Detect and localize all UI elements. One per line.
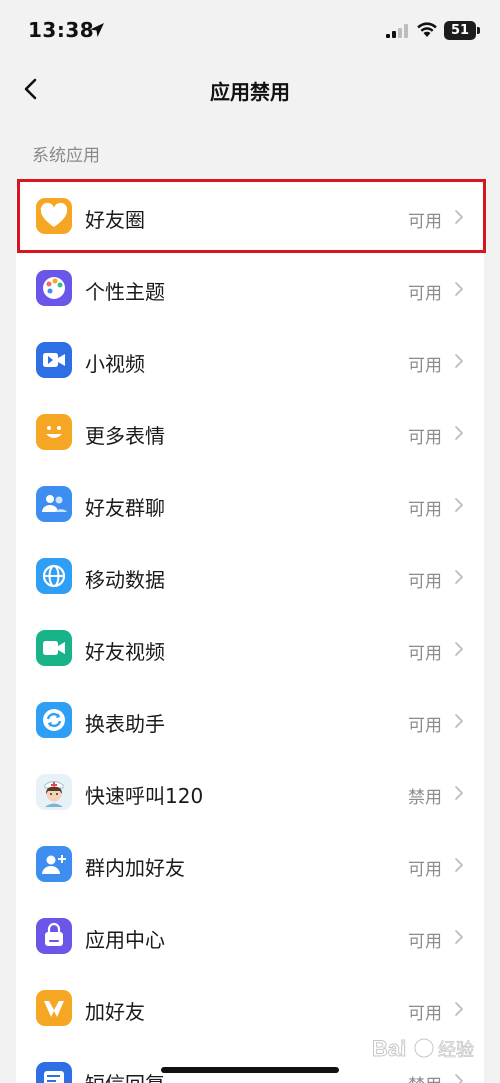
app-name: 好友群聊	[85, 496, 165, 520]
chevron-right-icon	[455, 642, 463, 656]
app-name: 加好友	[85, 1000, 145, 1024]
app-name: 群内加好友	[85, 856, 185, 880]
app-name: 移动数据	[85, 568, 165, 592]
app-status: 可用	[408, 356, 442, 376]
home-indicator[interactable]	[161, 1067, 339, 1073]
app-name: 好友视频	[85, 640, 165, 664]
chevron-right-icon	[455, 1002, 463, 1016]
page-title: 应用禁用	[210, 80, 290, 104]
app-row[interactable]: 个性主题 可用	[16, 252, 484, 324]
app-status: 可用	[408, 932, 442, 952]
battery-tip	[477, 27, 480, 34]
app-status: 可用	[408, 644, 442, 664]
section-header: 系统应用	[32, 146, 100, 166]
cellular-signal-icon	[386, 24, 408, 38]
svg-text:Bai: Bai	[372, 1036, 406, 1061]
smiley-icon	[36, 414, 72, 450]
battery-indicator: 51	[444, 21, 476, 40]
app-status: 可用	[408, 284, 442, 304]
app-row[interactable]: 移动数据 可用	[16, 540, 484, 612]
app-status: 禁用	[408, 788, 442, 808]
chevron-right-icon	[455, 354, 463, 368]
app-row[interactable]: 好友群聊 可用	[16, 468, 484, 540]
app-name: 更多表情	[85, 424, 165, 448]
svg-text:经验: 经验	[438, 1040, 474, 1061]
handshake-icon	[36, 990, 72, 1026]
palette-icon	[36, 270, 72, 306]
chevron-right-icon	[455, 786, 463, 800]
chevron-right-icon	[455, 426, 463, 440]
chevron-right-icon	[455, 498, 463, 512]
app-name: 快速呼叫120	[85, 784, 204, 808]
app-status: 可用	[408, 212, 442, 232]
chevron-right-icon	[455, 858, 463, 872]
chevron-right-icon	[455, 570, 463, 584]
shopping-bag-icon	[36, 918, 72, 954]
sync-icon	[36, 702, 72, 738]
wifi-icon	[417, 22, 437, 37]
app-status: 可用	[408, 572, 442, 592]
chevron-right-icon	[455, 210, 463, 224]
app-status: 可用	[408, 716, 442, 736]
add-friend-icon	[36, 846, 72, 882]
app-list: 好友圈 可用 个性主题 可用 小视频 可用 更多表情 可用 好友群聊 可用 移动数据 可用 好友视频 可用…	[16, 180, 484, 1083]
app-row[interactable]: 好友圈 可用	[16, 180, 484, 252]
group-chat-icon	[36, 486, 72, 522]
app-name: 换表助手	[85, 712, 165, 736]
chevron-right-icon	[455, 930, 463, 944]
heart-icon	[36, 198, 72, 234]
baidu-watermark-logo: Bai 经验	[370, 1030, 490, 1078]
chevron-right-icon	[455, 282, 463, 296]
location-arrow-icon	[90, 23, 104, 37]
app-row[interactable]: 好友视频 可用	[16, 612, 484, 684]
app-status: 可用	[408, 860, 442, 880]
app-name: 个性主题	[85, 280, 165, 304]
app-status: 可用	[408, 500, 442, 520]
chevron-right-icon	[455, 714, 463, 728]
app-status: 可用	[408, 1004, 442, 1024]
app-name: 好友圈	[85, 208, 145, 232]
app-row[interactable]: 更多表情 可用	[16, 396, 484, 468]
app-row[interactable]: 应用中心 可用	[16, 900, 484, 972]
app-row[interactable]: 换表助手 可用	[16, 684, 484, 756]
video-call-icon	[36, 630, 72, 666]
app-name: 小视频	[85, 352, 145, 376]
message-icon	[36, 1062, 72, 1083]
app-name: 应用中心	[85, 928, 165, 952]
status-time: 13:38	[28, 18, 95, 42]
navigation-bar: 应用禁用	[0, 64, 500, 114]
app-status: 可用	[408, 428, 442, 448]
video-camera-icon	[36, 342, 72, 378]
app-name: 短信回复	[85, 1068, 165, 1083]
app-row[interactable]: 快速呼叫120 禁用	[16, 756, 484, 828]
status-bar: 13:38 51	[0, 0, 500, 64]
nurse-icon	[36, 774, 72, 810]
globe-icon	[36, 558, 72, 594]
app-row[interactable]: 小视频 可用	[16, 324, 484, 396]
app-row[interactable]: 群内加好友 可用	[16, 828, 484, 900]
